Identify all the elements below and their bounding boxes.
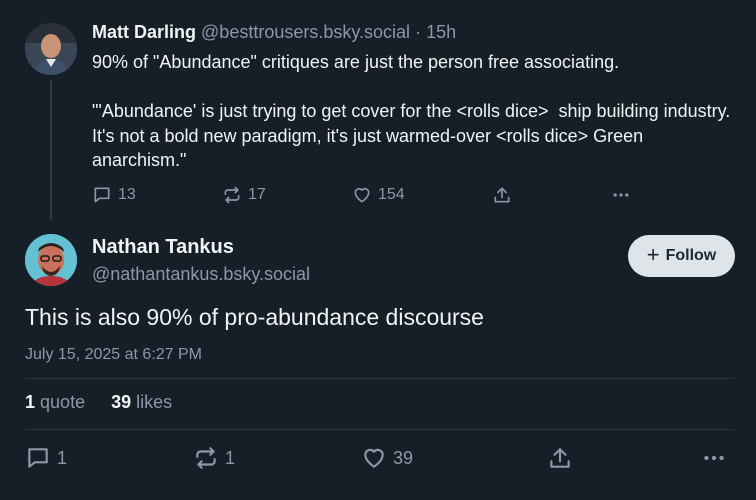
parent-author-name[interactable]: Matt Darling: [92, 22, 196, 42]
repost-icon: [196, 447, 216, 469]
quote-label: quote: [40, 392, 86, 412]
parent-reply-count: 13: [118, 186, 136, 203]
quote-count: 1: [25, 392, 36, 412]
parent-post-actions: 13 17 154: [92, 185, 652, 211]
follow-button[interactable]: + Follow: [628, 235, 735, 277]
repost-button[interactable]: 1: [193, 445, 235, 471]
more-icon: [704, 455, 724, 461]
parent-post-header: Matt Darling @besttrousers.bsky.social ·…: [92, 22, 456, 43]
like-icon: [354, 187, 370, 203]
parent-reply-button[interactable]: 13: [92, 185, 136, 205]
more-button[interactable]: [701, 445, 727, 471]
parent-share-button[interactable]: [492, 185, 512, 205]
header-separator: ·: [415, 22, 422, 42]
like-count: 39: [393, 447, 414, 468]
plus-icon: +: [646, 242, 660, 267]
reply-icon: [94, 187, 110, 203]
main-author-handle[interactable]: @nathantankus.bsky.social: [92, 264, 310, 285]
parent-like-count: 154: [378, 186, 405, 203]
more-icon: [613, 193, 629, 197]
share-button[interactable]: [547, 445, 573, 471]
reply-button[interactable]: 1: [25, 445, 67, 471]
parent-post-text: 90% of "Abundance" critiques are just th…: [92, 52, 731, 170]
likes-stat[interactable]: 39 likes: [111, 392, 172, 412]
reply-icon: [28, 448, 48, 468]
parent-post: Matt Darling @besttrousers.bsky.social ·…: [0, 0, 756, 224]
follow-label: Follow: [665, 247, 717, 264]
likes-label: likes: [136, 392, 173, 412]
main-post-text: This is also 90% of pro-abundance discou…: [25, 304, 484, 330]
parent-repost-count: 17: [248, 186, 266, 203]
main-post-actions: 1 1 39: [25, 445, 735, 475]
main-author-name[interactable]: Nathan Tankus: [92, 236, 234, 259]
engagement-stats: 1 quote 39 likes: [25, 392, 172, 413]
share-icon: [494, 187, 510, 203]
repost-count: 1: [225, 447, 236, 468]
parent-repost-button[interactable]: 17: [222, 185, 266, 205]
repost-icon: [224, 186, 240, 204]
likes-count: 39: [111, 392, 132, 412]
like-icon: [364, 448, 384, 468]
stats-divider-bottom: [25, 429, 734, 430]
parent-author-avatar[interactable]: [25, 23, 77, 75]
stats-divider-top: [25, 378, 734, 379]
parent-post-time[interactable]: 15h: [426, 22, 456, 42]
reply-count: 1: [57, 447, 68, 468]
quote-stat[interactable]: 1 quote: [25, 392, 85, 412]
parent-more-button[interactable]: [610, 185, 632, 205]
parent-author-handle[interactable]: @besttrousers.bsky.social: [201, 22, 410, 42]
main-author-avatar[interactable]: [25, 234, 77, 286]
share-icon: [550, 448, 570, 468]
like-button[interactable]: 39: [361, 445, 413, 471]
parent-like-button[interactable]: 154: [352, 185, 405, 205]
thread-line: [50, 80, 52, 220]
post-timestamp[interactable]: July 15, 2025 at 6:27 PM: [25, 346, 202, 364]
